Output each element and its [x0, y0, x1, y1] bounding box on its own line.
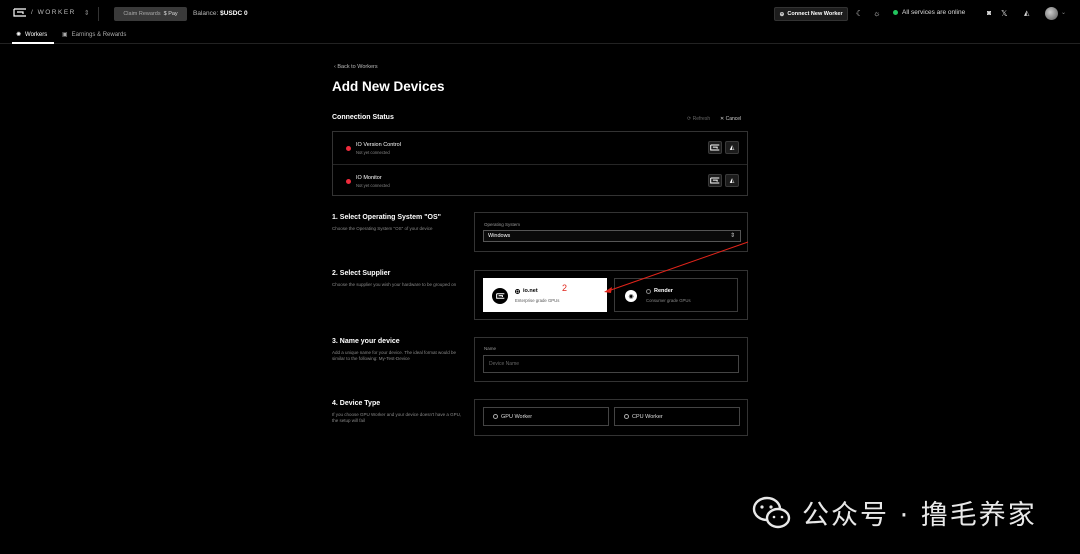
name-field-label: Name	[484, 346, 497, 351]
radio-unselected[interactable]	[493, 414, 498, 419]
name-section-desc: Add a unique name for your device. The i…	[332, 350, 456, 361]
device-type-label: CPU Worker	[632, 413, 663, 420]
watermark: 公众号 · 撸毛养家	[752, 493, 1037, 532]
device-type-gpu[interactable]: GPU Worker	[483, 407, 609, 426]
device-type-section-title: 4. Device Type	[332, 400, 381, 407]
device-type-cpu[interactable]: CPU Worker	[614, 407, 740, 426]
device-type-label: GPU Worker	[501, 413, 533, 420]
device-type-card: GPU Worker CPU Worker	[474, 399, 748, 436]
name-section-title: 3. Name your device	[332, 338, 400, 345]
annotation-arrow	[604, 241, 749, 293]
device-type-section-desc: If you choose GPU Worker and your device…	[332, 412, 462, 423]
watermark-text: 公众号 · 撸毛养家	[802, 500, 1037, 531]
device-name-placeholder: Device Name	[489, 361, 520, 367]
device-name-input[interactable]: Device Name	[483, 355, 739, 373]
device-name-card: Name Device Name	[474, 337, 748, 382]
radio-unselected[interactable]	[624, 414, 629, 419]
wechat-icon	[752, 496, 792, 530]
